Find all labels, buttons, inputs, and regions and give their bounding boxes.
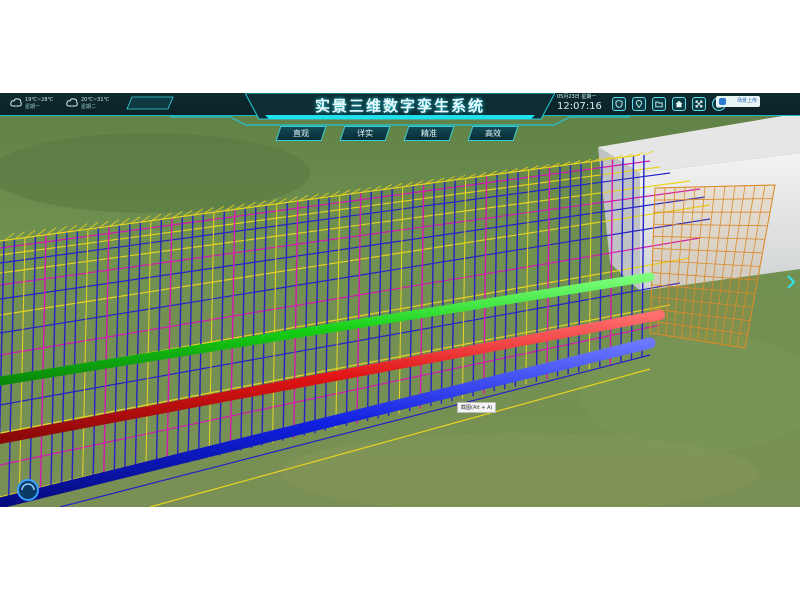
scene-upload-button[interactable]: 场景上传 [716, 96, 760, 107]
weather-more-button[interactable] [126, 96, 174, 110]
shield-icon[interactable] [612, 97, 626, 111]
toolbar [612, 97, 726, 111]
weather-temp: 20℃~31℃ [81, 97, 110, 103]
home-icon[interactable] [672, 97, 686, 111]
viewport-3d[interactable]: 实景三维数字孪生系统 19℃~28℃ 星期一 20℃~31℃ 星期二 直观 详实… [0, 93, 800, 507]
fullscreen-icon[interactable] [692, 97, 706, 111]
cloud-icon [10, 98, 22, 107]
3d-scene[interactable] [0, 93, 800, 507]
tab-detailed[interactable]: 详实 [339, 126, 391, 141]
location-pin-icon[interactable] [632, 97, 646, 111]
tab-bar: 直观 详实 精准 高效 [275, 126, 519, 141]
upload-icon [719, 98, 726, 105]
tab-efficient[interactable]: 高效 [467, 126, 519, 141]
folder-icon[interactable] [652, 97, 666, 111]
screenshot-tooltip: 截图(Alt + A) [457, 402, 497, 413]
date-text: 05月23日 星期一 [557, 94, 597, 100]
weather-temp: 19℃~28℃ [25, 97, 54, 103]
clock: 05月23日 星期一 12:07:16 [557, 94, 602, 113]
chevron-right-icon[interactable] [786, 275, 796, 289]
tab-intuitive[interactable]: 直观 [275, 126, 327, 141]
time-text: 12:07:16 [557, 101, 602, 112]
tab-precise[interactable]: 精准 [403, 126, 455, 141]
weather-day: 星期一 [25, 104, 41, 110]
weather-day: 星期二 [81, 104, 97, 110]
cloud-icon [66, 98, 78, 107]
compass-icon[interactable] [14, 478, 42, 502]
